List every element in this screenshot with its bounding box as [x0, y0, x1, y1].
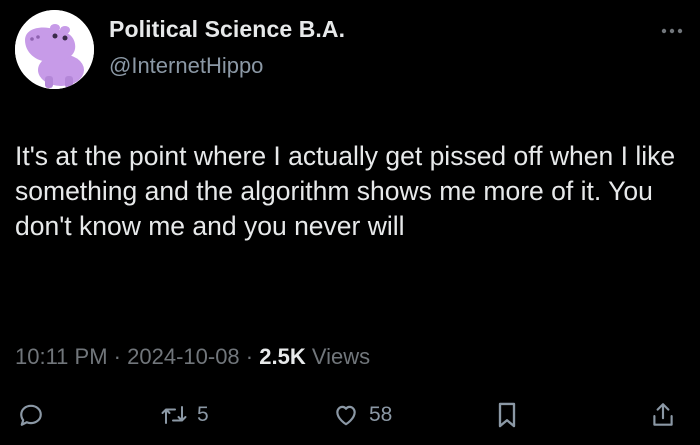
like-count: 58 [369, 403, 393, 426]
share-button[interactable] [650, 395, 676, 435]
tweet-meta: 10:11 PM · 2024-10-08 · 2.5K Views [15, 344, 370, 370]
meta-separator: · [113, 344, 121, 369]
tweet-date[interactable]: 2024-10-08 [127, 344, 240, 369]
heart-icon [336, 405, 356, 426]
bookmark-button[interactable] [495, 395, 519, 435]
action-bar: 5 58 [0, 395, 700, 435]
tweet-text: It's at the point where I actually get p… [15, 141, 676, 241]
more-dots-icon [661, 28, 683, 34]
more-options-button[interactable] [658, 22, 686, 40]
like-button[interactable]: 58 [332, 395, 392, 435]
meta-separator: · [245, 344, 254, 369]
repost-icon [161, 406, 187, 424]
repost-count: 5 [197, 403, 209, 426]
repost-button[interactable]: 5 [160, 395, 209, 435]
tweet-card: Political Science B.A. @InternetHippo It… [0, 0, 700, 445]
reply-button[interactable] [18, 395, 44, 435]
hippo-avatar-icon [15, 10, 94, 89]
views-count: 2.5K [259, 344, 306, 369]
avatar[interactable] [15, 10, 94, 89]
author-display-name[interactable]: Political Science B.A. [109, 16, 345, 43]
bookmark-icon [498, 402, 516, 428]
author-handle[interactable]: @InternetHippo [109, 53, 263, 79]
views-label: Views [311, 344, 371, 369]
reply-icon [20, 404, 42, 426]
share-icon [653, 403, 673, 426]
tweet-time[interactable]: 10:11 PM [15, 344, 108, 369]
